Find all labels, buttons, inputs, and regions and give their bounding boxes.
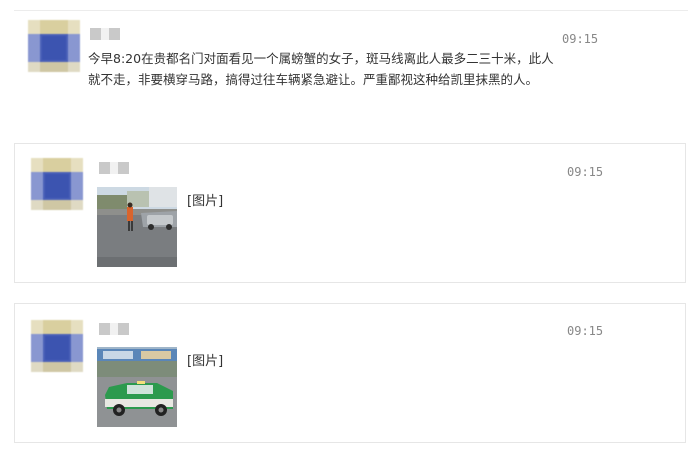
avatar[interactable] bbox=[28, 20, 80, 72]
sender-name bbox=[99, 323, 129, 335]
chat-message: 09:15 今早8:20在贵都名门对面看见一个属螃蟹的女子，斑马线离此人最多二三… bbox=[14, 14, 688, 132]
message-text: 今早8:20在贵都名门对面看见一个属螃蟹的女子，斑马线离此人最多二三十米，此人就… bbox=[88, 51, 554, 87]
message-time: 09:15 bbox=[562, 32, 599, 46]
sender-name bbox=[90, 28, 120, 40]
chat-message: 09:15 [图片] bbox=[14, 303, 686, 443]
divider bbox=[14, 10, 688, 11]
street-photo bbox=[97, 187, 177, 267]
message-time: 09:15 bbox=[567, 165, 604, 179]
message-time: 09:15 bbox=[567, 324, 604, 338]
chat-message: 09:15 [图片] bbox=[14, 143, 686, 283]
sender-name bbox=[99, 162, 129, 174]
image-label: [图片] bbox=[187, 354, 224, 369]
avatar[interactable] bbox=[31, 320, 83, 372]
avatar[interactable] bbox=[31, 158, 83, 210]
taxi-photo bbox=[97, 347, 177, 427]
image-thumbnail[interactable] bbox=[97, 347, 177, 427]
image-thumbnail[interactable] bbox=[97, 187, 177, 267]
image-label: [图片] bbox=[187, 194, 224, 209]
